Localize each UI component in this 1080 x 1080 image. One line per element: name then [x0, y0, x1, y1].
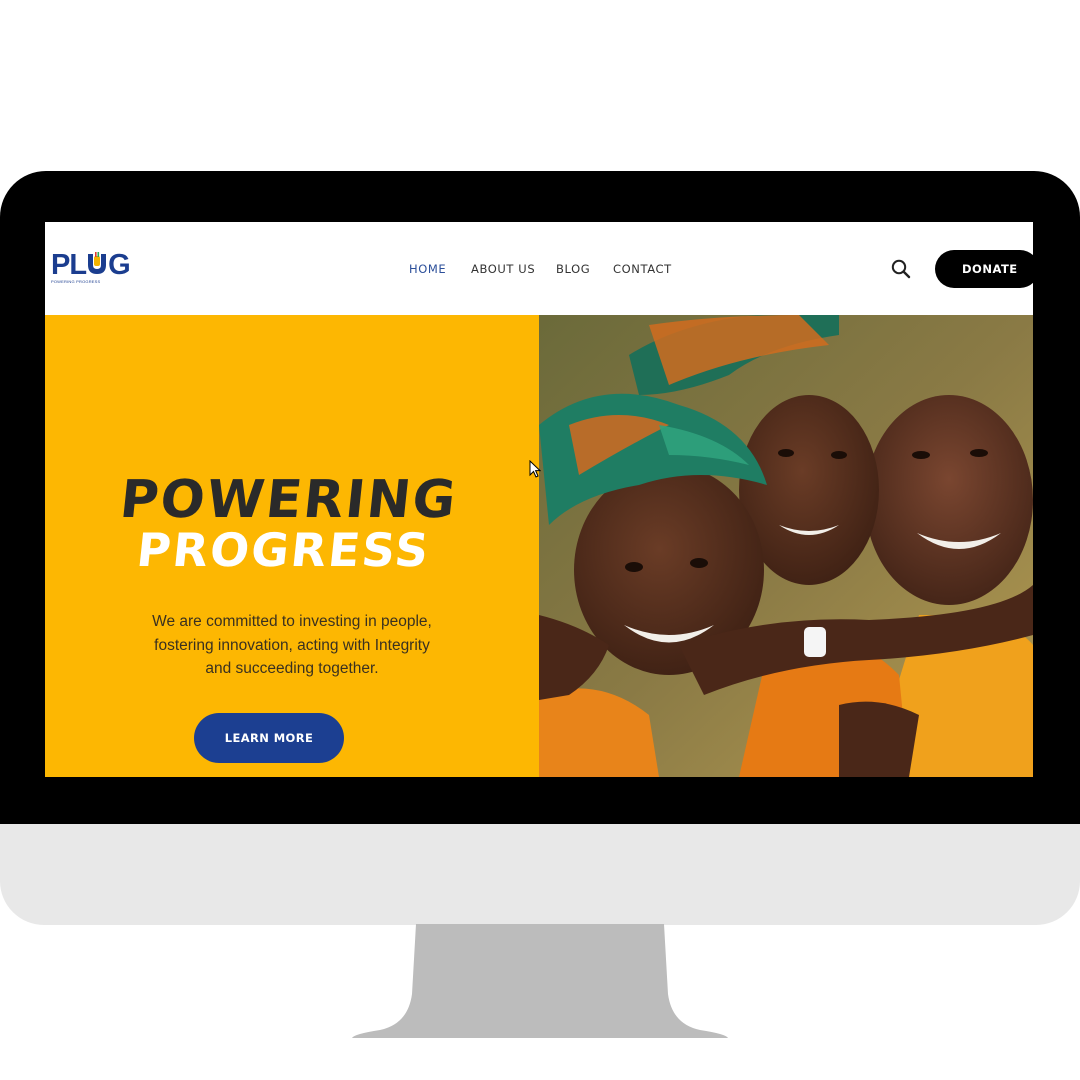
- hero-panel: POWERING PROGRESS We are committed to in…: [45, 315, 539, 777]
- search-icon[interactable]: [890, 258, 912, 280]
- nav-item-home[interactable]: HOME: [409, 262, 446, 276]
- hero-title-line2: PROGRESS: [134, 523, 433, 577]
- hero-description: We are committed to investing in people,…: [152, 613, 432, 677]
- nav-item-contact[interactable]: CONTACT: [613, 262, 672, 276]
- logo-tagline: POWERING PROGRESS: [51, 279, 101, 284]
- plug-socket-icon: [86, 250, 108, 274]
- mouse-cursor-icon: [529, 459, 542, 478]
- hero-photo: [539, 315, 1033, 777]
- browser-screen: PL G POWERING PROGRESS HOME ABOUT US BLO…: [45, 222, 1033, 777]
- learn-more-button[interactable]: LEARN MORE: [194, 713, 344, 763]
- nav-item-about-us[interactable]: ABOUT US: [471, 262, 535, 276]
- donate-button[interactable]: DONATE: [935, 250, 1033, 288]
- nav-item-blog[interactable]: BLOG: [556, 262, 590, 276]
- monitor-stand: [0, 924, 1080, 1044]
- monitor-chin: [0, 824, 1080, 925]
- plug-logo[interactable]: PL G POWERING PROGRESS: [51, 248, 141, 288]
- site-header: PL G POWERING PROGRESS HOME ABOUT US BLO…: [45, 222, 1033, 315]
- logo-wordmark: PL G: [51, 249, 131, 281]
